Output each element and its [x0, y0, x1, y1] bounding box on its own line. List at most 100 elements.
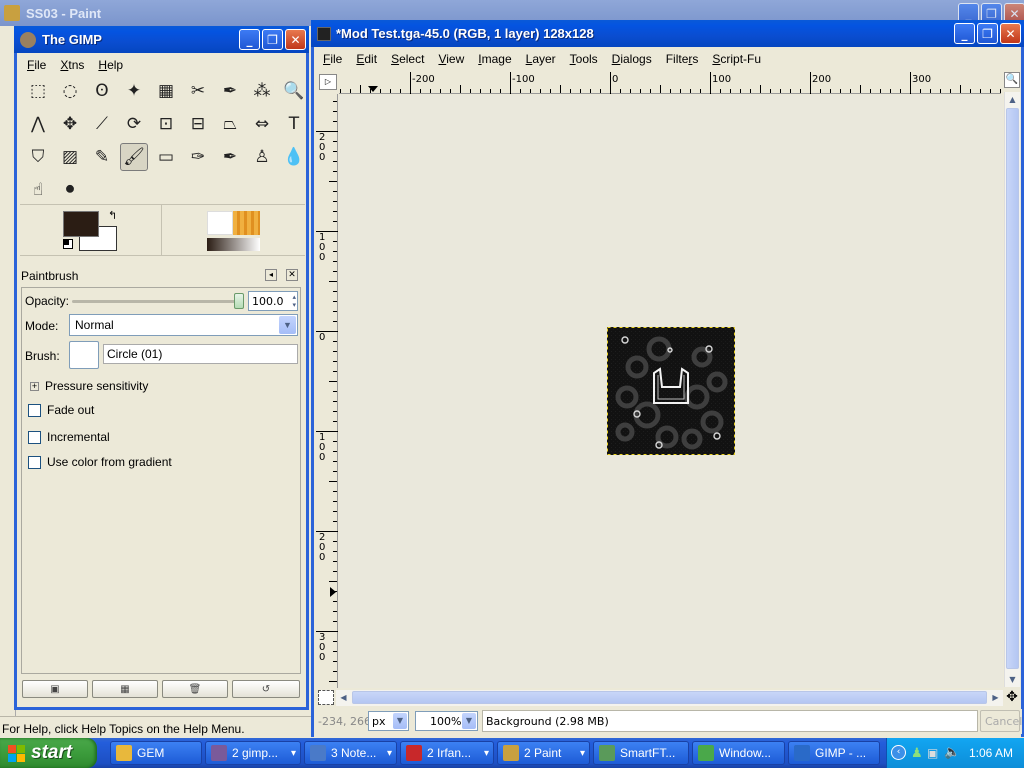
- measure-tool-icon[interactable]: ⋀: [24, 110, 52, 138]
- opacity-slider-thumb[interactable]: [234, 293, 244, 309]
- scroll-left-icon[interactable]: ◀: [336, 690, 351, 705]
- rect-select-tool-icon[interactable]: ⬚: [24, 77, 52, 105]
- color-picker-tool-icon[interactable]: ⁂: [248, 77, 276, 105]
- opacity-slider[interactable]: [72, 293, 244, 309]
- cancel-button[interactable]: Cancel: [980, 710, 1022, 732]
- image-close-button[interactable]: ✕: [1000, 23, 1021, 44]
- free-select-tool-icon[interactable]: ʘ: [88, 77, 116, 105]
- dodge-burn-tool-icon[interactable]: ⚫: [56, 176, 84, 204]
- pattern-indicator[interactable]: [233, 211, 260, 235]
- pressure-sensitivity-expander[interactable]: + Pressure sensitivity: [30, 379, 148, 393]
- scroll-right-icon[interactable]: ▶: [988, 690, 1003, 705]
- delete-options-button[interactable]: 🗑: [162, 680, 228, 698]
- image-minimize-button[interactable]: _: [954, 23, 975, 44]
- scroll-down-icon[interactable]: ▼: [1005, 672, 1020, 687]
- taskbar-item[interactable]: GIMP - ...: [788, 741, 880, 765]
- toolbox-title-bar[interactable]: The GIMP _ ❐ ✕: [14, 26, 309, 53]
- image-menu-view[interactable]: View: [431, 52, 471, 66]
- fade-out-option[interactable]: Fade out: [28, 403, 94, 417]
- ellipse-select-tool-icon[interactable]: ◌: [56, 77, 84, 105]
- move-tool-icon[interactable]: ✥: [56, 110, 84, 138]
- image-menu-filters[interactable]: Filters: [659, 52, 706, 66]
- image-title-bar[interactable]: *Mod Test.tga-45.0 (RGB, 1 layer) 128x12…: [311, 20, 1024, 47]
- select-by-color-tool-icon[interactable]: ▦: [152, 77, 180, 105]
- group-arrow-icon[interactable]: ▾: [291, 748, 296, 759]
- pencil-tool-icon[interactable]: ✎: [88, 143, 116, 171]
- clone-tool-icon[interactable]: ♙: [248, 143, 276, 171]
- restore-options-button[interactable]: ▦: [92, 680, 158, 698]
- toolbox-menu-help[interactable]: Help: [91, 58, 130, 72]
- flip-tool-icon[interactable]: ⇔: [248, 110, 276, 138]
- volume-icon[interactable]: 🔈: [944, 745, 960, 760]
- text-tool-icon[interactable]: T: [280, 110, 308, 138]
- spin-arrows-icon[interactable]: ▴ ▾: [292, 293, 296, 309]
- image-menu-file[interactable]: File: [316, 52, 349, 66]
- gradient-option[interactable]: Use color from gradient: [28, 455, 172, 469]
- taskbar-item[interactable]: SmartFT...: [593, 741, 689, 765]
- save-options-button[interactable]: ▣: [22, 680, 88, 698]
- scroll-up-icon[interactable]: ▲: [1005, 92, 1020, 107]
- brush-preview-button[interactable]: [69, 341, 99, 369]
- perspective-tool-icon[interactable]: ⏢: [216, 110, 244, 138]
- blend-tool-icon[interactable]: ▨: [56, 143, 84, 171]
- image-layer[interactable]: [607, 327, 735, 455]
- image-menu-select[interactable]: Select: [384, 52, 431, 66]
- toolbox-close-button[interactable]: ✕: [285, 29, 306, 50]
- rotate-tool-icon[interactable]: ⟳: [120, 110, 148, 138]
- image-menu-layer[interactable]: Layer: [519, 52, 563, 66]
- group-arrow-icon[interactable]: ▾: [580, 748, 585, 759]
- zoom-fit-icon[interactable]: 🔍: [1004, 72, 1020, 88]
- taskbar-item[interactable]: 3 Note... ▾: [304, 741, 397, 765]
- incremental-option[interactable]: Incremental: [28, 430, 110, 444]
- fade-out-checkbox[interactable]: [28, 403, 41, 417]
- convolve-tool-icon[interactable]: 💧: [280, 143, 308, 171]
- swap-colors-icon[interactable]: ↰: [108, 209, 117, 222]
- panel-menu-icon[interactable]: ◂: [265, 269, 277, 281]
- fuzzy-select-tool-icon[interactable]: ✦: [120, 77, 148, 105]
- navigate-icon[interactable]: ✥: [1004, 690, 1020, 706]
- bucket-fill-tool-icon[interactable]: ⛉: [24, 143, 52, 171]
- image-menu-edit[interactable]: Edit: [349, 52, 384, 66]
- mode-dropdown[interactable]: Normal ▼: [69, 314, 298, 336]
- brush-name-field[interactable]: Circle (01): [103, 344, 298, 364]
- taskbar-item[interactable]: 2 Irfan... ▾: [400, 741, 494, 765]
- unit-dropdown[interactable]: px ▼: [368, 711, 409, 731]
- image-menu-dialogs[interactable]: Dialogs: [605, 52, 659, 66]
- scale-tool-icon[interactable]: ⊡: [152, 110, 180, 138]
- crop-tool-icon[interactable]: ⟋: [88, 110, 116, 138]
- start-button[interactable]: start: [0, 738, 97, 768]
- gradient-indicator[interactable]: [207, 238, 260, 251]
- airbrush-tool-icon[interactable]: ✑: [184, 143, 212, 171]
- vertical-scroll-thumb[interactable]: [1006, 108, 1019, 669]
- toolbox-minimize-button[interactable]: _: [239, 29, 260, 50]
- tray-collapse-icon[interactable]: ‹: [891, 745, 906, 760]
- panel-close-icon[interactable]: ✕: [286, 269, 298, 281]
- taskbar-item[interactable]: Window...: [692, 741, 785, 765]
- image-maximize-button[interactable]: ❐: [977, 23, 998, 44]
- network-icon[interactable]: ▣: [927, 746, 938, 760]
- taskbar-item[interactable]: GEM: [110, 741, 202, 765]
- group-arrow-icon[interactable]: ▾: [484, 748, 489, 759]
- taskbar-item[interactable]: 2 Paint ▾: [497, 741, 590, 765]
- expander-plus-icon[interactable]: +: [30, 381, 39, 391]
- toolbox-maximize-button[interactable]: ❐: [262, 29, 283, 50]
- chevron-down-icon[interactable]: ▼: [279, 316, 296, 334]
- gradient-checkbox[interactable]: [28, 455, 41, 469]
- shear-tool-icon[interactable]: ⊟: [184, 110, 212, 138]
- image-menu-image[interactable]: Image: [471, 52, 518, 66]
- eraser-tool-icon[interactable]: ▭: [152, 143, 180, 171]
- ruler-corner-button[interactable]: ▷: [319, 74, 337, 90]
- toolbox-menu-file[interactable]: File: [20, 58, 53, 72]
- chevron-down-icon[interactable]: ▼: [462, 713, 476, 729]
- brush-indicator[interactable]: [207, 211, 233, 235]
- paintbrush-tool-icon[interactable]: 🖌: [120, 143, 148, 171]
- quick-mask-icon[interactable]: [318, 690, 334, 705]
- taskbar-item[interactable]: 2 gimp... ▾: [205, 741, 301, 765]
- paths-tool-icon[interactable]: ✒: [216, 77, 244, 105]
- zoom-dropdown[interactable]: 100% ▼: [415, 711, 478, 731]
- foreground-color-swatch[interactable]: [63, 211, 99, 237]
- toolbox-menu-xtns[interactable]: Xtns: [53, 58, 91, 72]
- chevron-down-icon[interactable]: ▼: [393, 713, 407, 729]
- ink-tool-icon[interactable]: ✒: [216, 143, 244, 171]
- image-menu-scriptfu[interactable]: Script-Fu: [705, 52, 768, 66]
